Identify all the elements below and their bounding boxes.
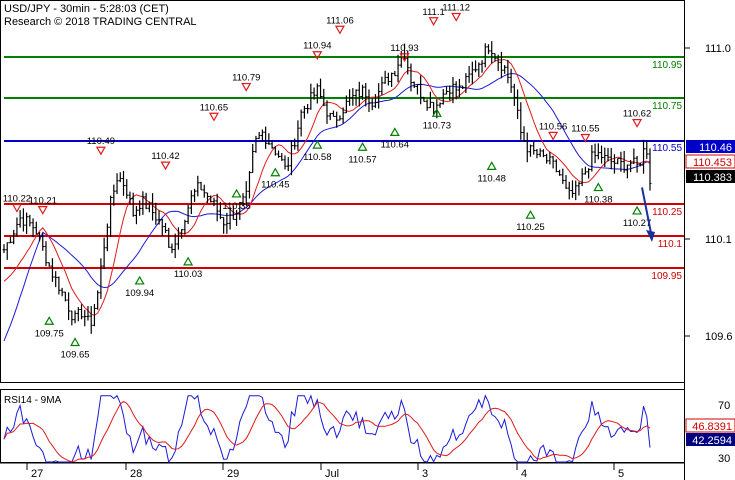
support-label-2: 110.1	[658, 239, 683, 250]
x-axis-label: 5	[618, 468, 624, 480]
swing-high-label: 110.79	[232, 73, 260, 84]
swing-low-label: 109.75	[35, 328, 64, 339]
price-tick-1096: 109.6	[705, 331, 733, 343]
x-axis-label: 27	[31, 468, 43, 480]
swing-low-label: 110.45	[261, 180, 289, 191]
rsi-title: RSI14 - 9MA	[4, 395, 62, 406]
pivot-label: 110.55	[652, 143, 682, 154]
swing-low-label: 110.58	[303, 152, 331, 163]
swing-low-label: 109.65	[61, 350, 90, 361]
last-price-value: 110.383	[693, 172, 732, 184]
swing-low-label: 110.03	[174, 269, 202, 280]
x-axis-label: Jul	[325, 468, 339, 480]
swing-low-label: 110.64	[381, 139, 409, 150]
support-label-3: 109.95	[651, 271, 682, 282]
rsi-tick-30: 30	[718, 453, 730, 465]
swing-high-label: 110.56	[539, 121, 567, 132]
swing-high-label: 110.42	[151, 151, 179, 162]
price-tick-111: 111.0	[705, 43, 731, 55]
swing-low-label: 110.48	[478, 173, 506, 184]
x-axis: 27 28 29 Jul 3 4 5	[26, 463, 624, 480]
swing-high-label: 110.21	[29, 196, 57, 207]
x-axis-label: 29	[227, 468, 239, 480]
rsi-ma-value: 46.8391	[692, 421, 732, 433]
swing-high-label: 110.65	[200, 102, 228, 113]
rsi-value: 42.2594	[692, 435, 732, 447]
swing-low-label: 110.25	[516, 222, 544, 233]
copyright-text: Research © 2018 TRADING CENTRAL	[4, 16, 197, 28]
swing-high-label: 111.12	[442, 3, 470, 14]
swing-low-label: 110.35	[222, 201, 250, 212]
swing-high-label: 110.49	[87, 136, 115, 147]
swing-high-label: 110.94	[303, 41, 331, 52]
chart-title: USD/JPY - 30min - 5:28:03 (CET)	[4, 3, 169, 15]
swing-high-label: 111.06	[326, 15, 354, 26]
swing-low-label: 110.38	[584, 195, 612, 206]
support-label-1: 110.25	[652, 207, 682, 218]
price-tick-1101: 110.1	[705, 234, 732, 246]
swing-high-label: 110.93	[390, 43, 418, 54]
rsi-panel	[0, 389, 685, 463]
swing-high-label: 110.22	[3, 194, 31, 205]
swing-low-label: 110.73	[423, 120, 451, 131]
swing-high-label: 110.55	[571, 124, 599, 135]
swing-high-label: 110.62	[623, 109, 651, 120]
usdjpy-chart: USD/JPY - 30min - 5:28:03 (CET) Research…	[0, 0, 735, 480]
resistance-label-2: 110.75	[652, 101, 682, 112]
x-axis-label: 3	[422, 468, 428, 480]
rsi-tick-70: 70	[718, 400, 730, 412]
swing-low-label: 109.94	[125, 288, 154, 299]
resistance-label-1: 110.95	[652, 60, 682, 71]
swing-low-label: 110.57	[348, 154, 376, 165]
ma-slow-value: 110.46	[699, 142, 732, 154]
ma-fast-value: 110.453	[693, 157, 732, 169]
x-axis-label: 4	[521, 468, 527, 480]
swing-low-label: 110.27	[623, 218, 651, 229]
x-axis-label: 28	[130, 468, 142, 480]
